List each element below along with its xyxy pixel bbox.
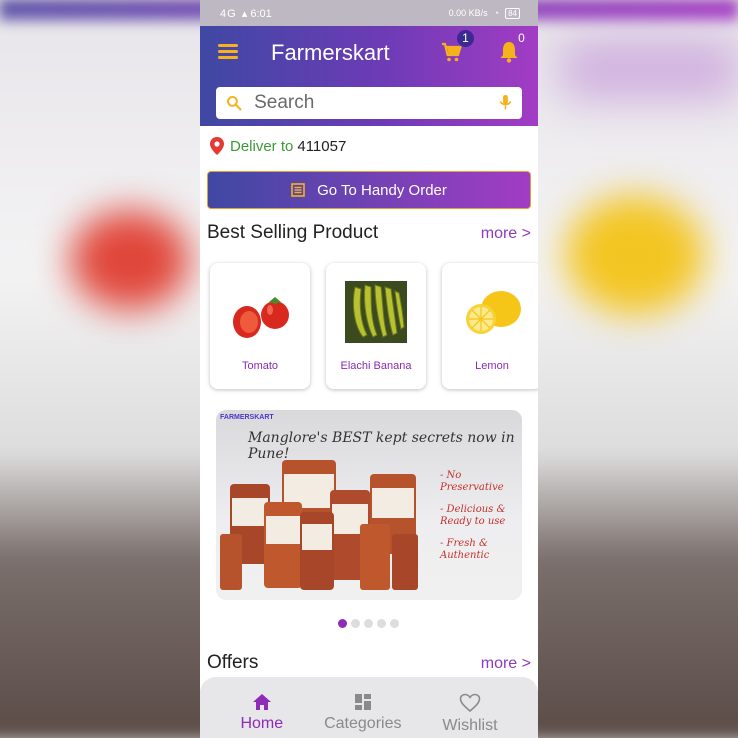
product-card[interactable]: Lemon xyxy=(442,263,538,389)
banana-image xyxy=(345,281,407,343)
status-bar: 4G ▴ 6:01 0.00 KB/s ◔ 84 xyxy=(200,0,538,26)
product-card[interactable]: Elachi Banana xyxy=(326,263,426,389)
best-selling-title: Best Selling Product xyxy=(207,222,379,243)
nav-categories[interactable]: Categories xyxy=(324,693,401,738)
bottom-navigation: Home Categories Wishlist xyxy=(200,677,538,738)
cart-count-badge: 1 xyxy=(457,30,474,47)
deliver-to-label: Deliver to xyxy=(230,137,294,155)
phone-screen: 4G ▴ 6:01 0.00 KB/s ◔ 84 Farmerskart 1 0 xyxy=(200,0,538,738)
status-right: 0.00 KB/s ◔ 84 xyxy=(448,7,520,19)
promo-banner[interactable]: FARMERSKART Manglore's BEST kept secrets… xyxy=(216,410,522,600)
lemon-image xyxy=(466,291,521,334)
list-icon xyxy=(291,183,305,197)
data-speed: 0.00 KB/s xyxy=(448,8,488,18)
nav-categories-label: Categories xyxy=(324,715,402,732)
banner-points: - No Preservative - Delicious & Ready to… xyxy=(440,470,522,572)
network-indicator: 4G xyxy=(220,7,237,20)
app-title: Farmerskart xyxy=(271,40,390,65)
nav-wishlist[interactable]: Wishlist xyxy=(442,693,498,738)
banner-point: - Fresh & Authentic xyxy=(440,538,490,561)
search-input[interactable] xyxy=(254,92,500,114)
carousel-dot[interactable] xyxy=(364,619,373,628)
wifi-icon: ◔ xyxy=(493,8,500,18)
tomato-image xyxy=(233,297,289,338)
menu-icon[interactable] xyxy=(218,44,238,60)
offers-title: Offers xyxy=(207,652,259,673)
carousel-dot[interactable] xyxy=(390,619,399,628)
notification-count-badge: 0 xyxy=(518,31,525,45)
nav-wishlist-label: Wishlist xyxy=(442,717,498,734)
mic-icon[interactable] xyxy=(499,92,512,114)
battery-indicator: 84 xyxy=(505,7,520,19)
banner-point: - Delicious & Ready to use xyxy=(440,504,506,527)
carousel-dot[interactable] xyxy=(351,619,360,628)
offers-header: Offers more > xyxy=(207,652,531,674)
handy-order-button[interactable]: Go To Handy Order xyxy=(207,171,531,209)
brand-logo: FARMERSKART xyxy=(220,414,274,421)
product-name: Elachi Banana xyxy=(340,360,412,372)
heart-icon xyxy=(459,693,481,713)
best-selling-header: Best Selling Product more > xyxy=(207,222,531,244)
nav-home[interactable]: Home xyxy=(240,693,283,738)
delivery-pincode: 411057 xyxy=(297,137,347,155)
product-name: Tomato xyxy=(241,360,279,372)
nav-home-label: Home xyxy=(240,715,284,732)
status-left: 4G ▴ 6:01 xyxy=(220,7,272,20)
handy-order-label: Go To Handy Order xyxy=(317,181,447,199)
location-pin-icon xyxy=(210,137,224,155)
offers-more-link[interactable]: more > xyxy=(481,655,531,673)
search-bar[interactable] xyxy=(216,87,522,119)
best-selling-more-link[interactable]: more > xyxy=(481,225,531,243)
home-icon xyxy=(252,694,271,710)
carousel-indicator xyxy=(338,619,399,628)
delivery-location[interactable]: Deliver to 411057 xyxy=(210,137,346,155)
product-packs-image xyxy=(220,460,418,590)
banner-point: - No Preservative xyxy=(440,470,504,493)
product-card[interactable]: Tomato xyxy=(210,263,310,389)
product-name: Lemon xyxy=(475,360,509,372)
status-time: 6:01 xyxy=(250,7,272,20)
search-icon xyxy=(227,95,242,111)
grid-icon xyxy=(354,694,371,710)
carousel-dot-active[interactable] xyxy=(338,619,347,628)
carousel-dot[interactable] xyxy=(377,619,386,628)
product-carousel[interactable]: Tomato Elachi Banana Lemon xyxy=(210,263,538,389)
